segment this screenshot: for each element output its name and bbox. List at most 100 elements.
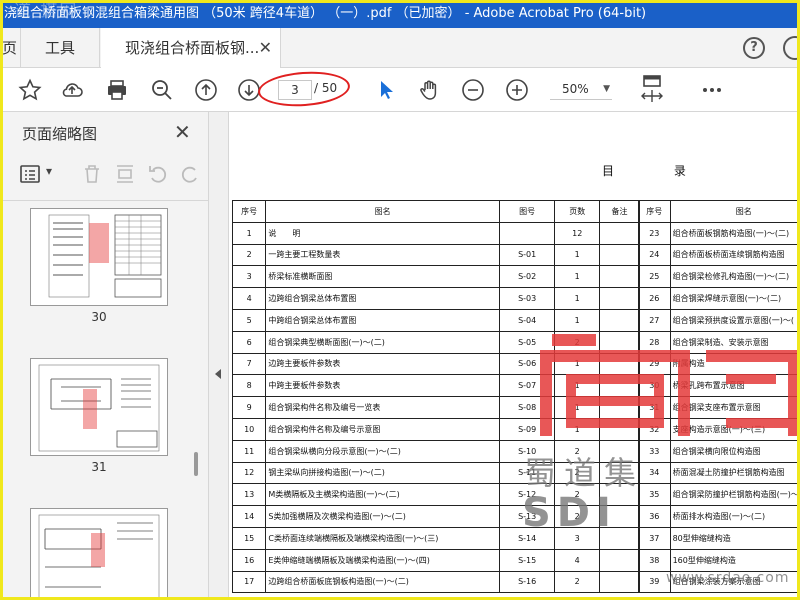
cell-code: S-07	[498, 374, 556, 398]
bookmark-star-icon[interactable]	[18, 78, 42, 102]
tab-home[interactable]: 页	[0, 28, 20, 68]
table-row: 31 组合钢梁支座布置示意图	[638, 396, 800, 419]
cell-no: 15	[231, 526, 267, 550]
print-icon[interactable]	[105, 78, 129, 102]
page-thumbnail[interactable]	[30, 508, 168, 600]
table-row: 35 组合钢梁防撞护栏钢筋构造图(一)～(	[638, 483, 800, 507]
table-row: 10 组合钢梁构件名称及编号示意图 S-09 1	[231, 417, 641, 441]
cell-note	[598, 374, 641, 398]
header-name: 图名	[669, 200, 800, 223]
table-row: 36 桥面排水构造图(一)～(二)	[638, 505, 800, 528]
rotate-right-icon[interactable]	[178, 162, 202, 186]
profile-icon[interactable]	[783, 36, 800, 60]
header-note: 备注	[598, 200, 641, 223]
toc-table-right: 序号 图名 23 组合桥面板钢筋构造图(一)～(二) 24 组合桥面板桥面连续钢筋构造…	[638, 200, 800, 594]
tab-tools[interactable]: 工具	[20, 28, 100, 68]
cell-note	[598, 243, 641, 267]
cell-code: S-08	[498, 396, 556, 419]
cell-name: 附属构造	[669, 352, 800, 376]
cell-pages: 12	[554, 221, 600, 245]
table-row: 25 组合钢梁检修孔构造图(一)～(二)	[638, 265, 800, 289]
delete-trash-icon[interactable]	[80, 162, 104, 186]
cell-code: S-01	[498, 243, 556, 267]
table-row: 1说 明 12	[231, 221, 641, 245]
zoom-level-select[interactable]: 50% ▼	[550, 80, 612, 100]
panel-divider	[0, 200, 209, 201]
options-menu-icon[interactable]	[18, 162, 42, 186]
window-title-bar: 浇组合桥面板钢混组合箱梁通用图 （50米 跨径4车道） （一）.pdf （已加密…	[0, 0, 800, 28]
cell-pages: 4	[554, 548, 600, 572]
tab-close-icon[interactable]: ✕	[259, 28, 272, 68]
cell-name: 组合钢梁构件名称及编号一览表	[265, 396, 500, 419]
cell-no: 12	[231, 461, 267, 485]
cell-no: 38	[638, 548, 671, 572]
panel-scrollbar[interactable]	[194, 452, 198, 476]
table-row: 8 中跨主要板件参数表 S-07 1	[231, 374, 641, 398]
cell-pages: 1	[554, 374, 600, 398]
zoom-out-icon[interactable]	[461, 78, 485, 102]
cell-no: 36	[638, 505, 671, 528]
help-icon[interactable]: ?	[743, 37, 765, 59]
cell-note	[598, 330, 641, 354]
cell-no: 7	[231, 352, 267, 376]
panel-close-icon[interactable]: ✕	[174, 120, 191, 144]
table-row: 16 E类伸缩缝端横隔板及端横梁构造图(一)～(四) S-15 4	[231, 548, 641, 572]
table-row: 24 组合桥面板桥面连续钢筋构造图	[638, 243, 800, 267]
cell-no: 26	[638, 287, 671, 310]
upload-cloud-icon[interactable]	[60, 78, 84, 102]
cell-name: 组合桥面板钢筋构造图(一)～(二)	[669, 221, 800, 245]
page-thumbnail[interactable]	[30, 358, 168, 456]
table-row: 34 桥面混凝土防撞护栏钢筋构造图	[638, 461, 800, 485]
rotate-left-icon[interactable]	[146, 162, 170, 186]
table-row: 3 桥梁标准横断面图 S-02 1	[231, 265, 641, 289]
zoom-level-value: 50%	[562, 82, 589, 96]
chevron-down-icon[interactable]: ▾	[46, 164, 52, 178]
table-row: 32 支座构造示意图(一)～(三)	[638, 417, 800, 441]
cell-name: 桥梁标准横断面图	[265, 265, 500, 289]
cell-note	[598, 221, 641, 245]
page-thumbnail[interactable]	[30, 208, 168, 306]
cell-name: 说 明	[265, 221, 500, 245]
more-options-icon[interactable]	[700, 78, 724, 102]
cell-no: 2	[231, 243, 267, 267]
cell-no: 29	[638, 352, 671, 376]
document-view[interactable]: 目 录 序号 图名 图号 页数 备注 1说 明 12 2 一跨主要工程数量表 S-01 1…	[230, 112, 800, 600]
cell-no: 9	[231, 396, 267, 419]
cell-no: 37	[638, 526, 671, 550]
cell-name: 组合钢梁防撞护栏钢筋构造图(一)～(	[669, 483, 800, 507]
zoom-search-icon[interactable]	[150, 78, 174, 102]
cell-code: S-04	[498, 308, 556, 332]
tab-document[interactable]: 现浇组合桥面板钢... ✕	[101, 28, 281, 69]
table-row: 33 组合钢梁横向限位构造图	[638, 439, 800, 463]
cell-no: 25	[638, 265, 671, 289]
cell-note	[598, 352, 641, 376]
cell-note	[598, 417, 641, 441]
cell-code: S-15	[498, 548, 556, 572]
cell-no: 10	[231, 417, 267, 441]
table-row: 2 一跨主要工程数量表 S-01 1	[231, 243, 641, 267]
panel-collapse-handle[interactable]	[209, 112, 229, 600]
table-row: 29 附属构造	[638, 352, 800, 376]
cell-pages: 1	[554, 243, 600, 267]
hand-tool-icon[interactable]	[418, 78, 442, 102]
cell-no: 31	[638, 396, 671, 419]
cell-name: 组合钢梁支座布置示意图	[669, 396, 800, 419]
cell-name: 组合钢梁纵横向分段示意图(一)～(二)	[265, 439, 500, 463]
panel-title: 页面缩略图	[22, 125, 98, 143]
previous-page-icon[interactable]	[194, 78, 218, 102]
table-row: 30 桥梁孔跨布置示意图	[638, 374, 800, 398]
select-cursor-icon[interactable]	[374, 78, 398, 102]
cell-no: 27	[638, 308, 671, 332]
thumbnail-label: 30	[91, 310, 107, 324]
cell-name: 组合钢梁构件名称及编号示意图	[265, 417, 500, 441]
cell-code	[498, 221, 556, 245]
cell-no: 13	[231, 483, 267, 507]
collapse-arrow-icon	[215, 369, 221, 379]
cell-note	[598, 287, 641, 310]
cell-name: 组合钢梁典型横断面图(一)～(二)	[265, 330, 500, 354]
zoom-in-icon[interactable]	[505, 78, 529, 102]
cell-code: S-05	[498, 330, 556, 354]
cell-no: 28	[638, 330, 671, 354]
extract-pages-icon[interactable]	[113, 162, 137, 186]
page-fit-icon[interactable]	[640, 74, 664, 106]
